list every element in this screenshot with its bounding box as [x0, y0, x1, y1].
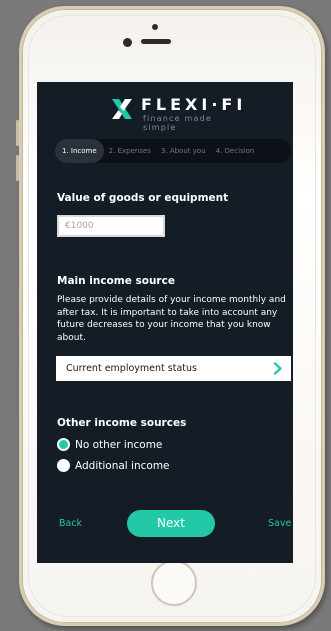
radio-label: Additional income	[75, 459, 170, 472]
employment-status-label: Current employment status	[66, 363, 197, 374]
app-screen: FLEXI·FI finance made simple 1. Income 2…	[37, 82, 293, 563]
radio-checked-icon	[57, 438, 70, 451]
step-income[interactable]: 1. Income	[55, 139, 104, 163]
back-button[interactable]: Back	[59, 518, 82, 529]
radio-additional-income[interactable]: Additional income	[57, 459, 170, 472]
volume-button	[16, 155, 19, 181]
brand-name: FLEXI·FI	[141, 95, 247, 114]
next-button[interactable]: Next	[127, 510, 215, 537]
goods-value-title: Value of goods or equipment	[57, 192, 229, 204]
brand-tagline: finance made simple	[143, 114, 213, 132]
step-about-you[interactable]: 3. About you	[156, 147, 211, 155]
volume-button	[16, 120, 19, 146]
step-decision[interactable]: 4. Decision	[211, 147, 260, 155]
main-income-title: Main income source	[57, 275, 175, 287]
step-expenses[interactable]: 2. Expenses	[104, 147, 156, 155]
brand-logo: FLEXI·FI finance made simple	[109, 94, 249, 132]
employment-status-select[interactable]: Current employment status	[56, 356, 291, 381]
save-button[interactable]: Save	[268, 518, 291, 529]
front-camera	[123, 38, 132, 47]
goods-value-input[interactable]: €1000	[57, 215, 165, 237]
radio-label: No other income	[75, 438, 163, 451]
main-income-description: Please provide details of your income mo…	[57, 295, 286, 343]
chevron-right-icon	[273, 362, 282, 375]
home-button[interactable]	[151, 560, 197, 606]
other-income-title: Other income sources	[57, 417, 187, 429]
radio-no-other-income[interactable]: No other income	[57, 438, 162, 451]
flexifi-logo-icon	[112, 99, 132, 119]
sensor-dot	[152, 24, 158, 30]
radio-unchecked-icon	[57, 459, 70, 472]
earpiece-speaker	[141, 39, 171, 44]
progress-steps: 1. Income 2. Expenses 3. About you 4. De…	[55, 139, 291, 163]
